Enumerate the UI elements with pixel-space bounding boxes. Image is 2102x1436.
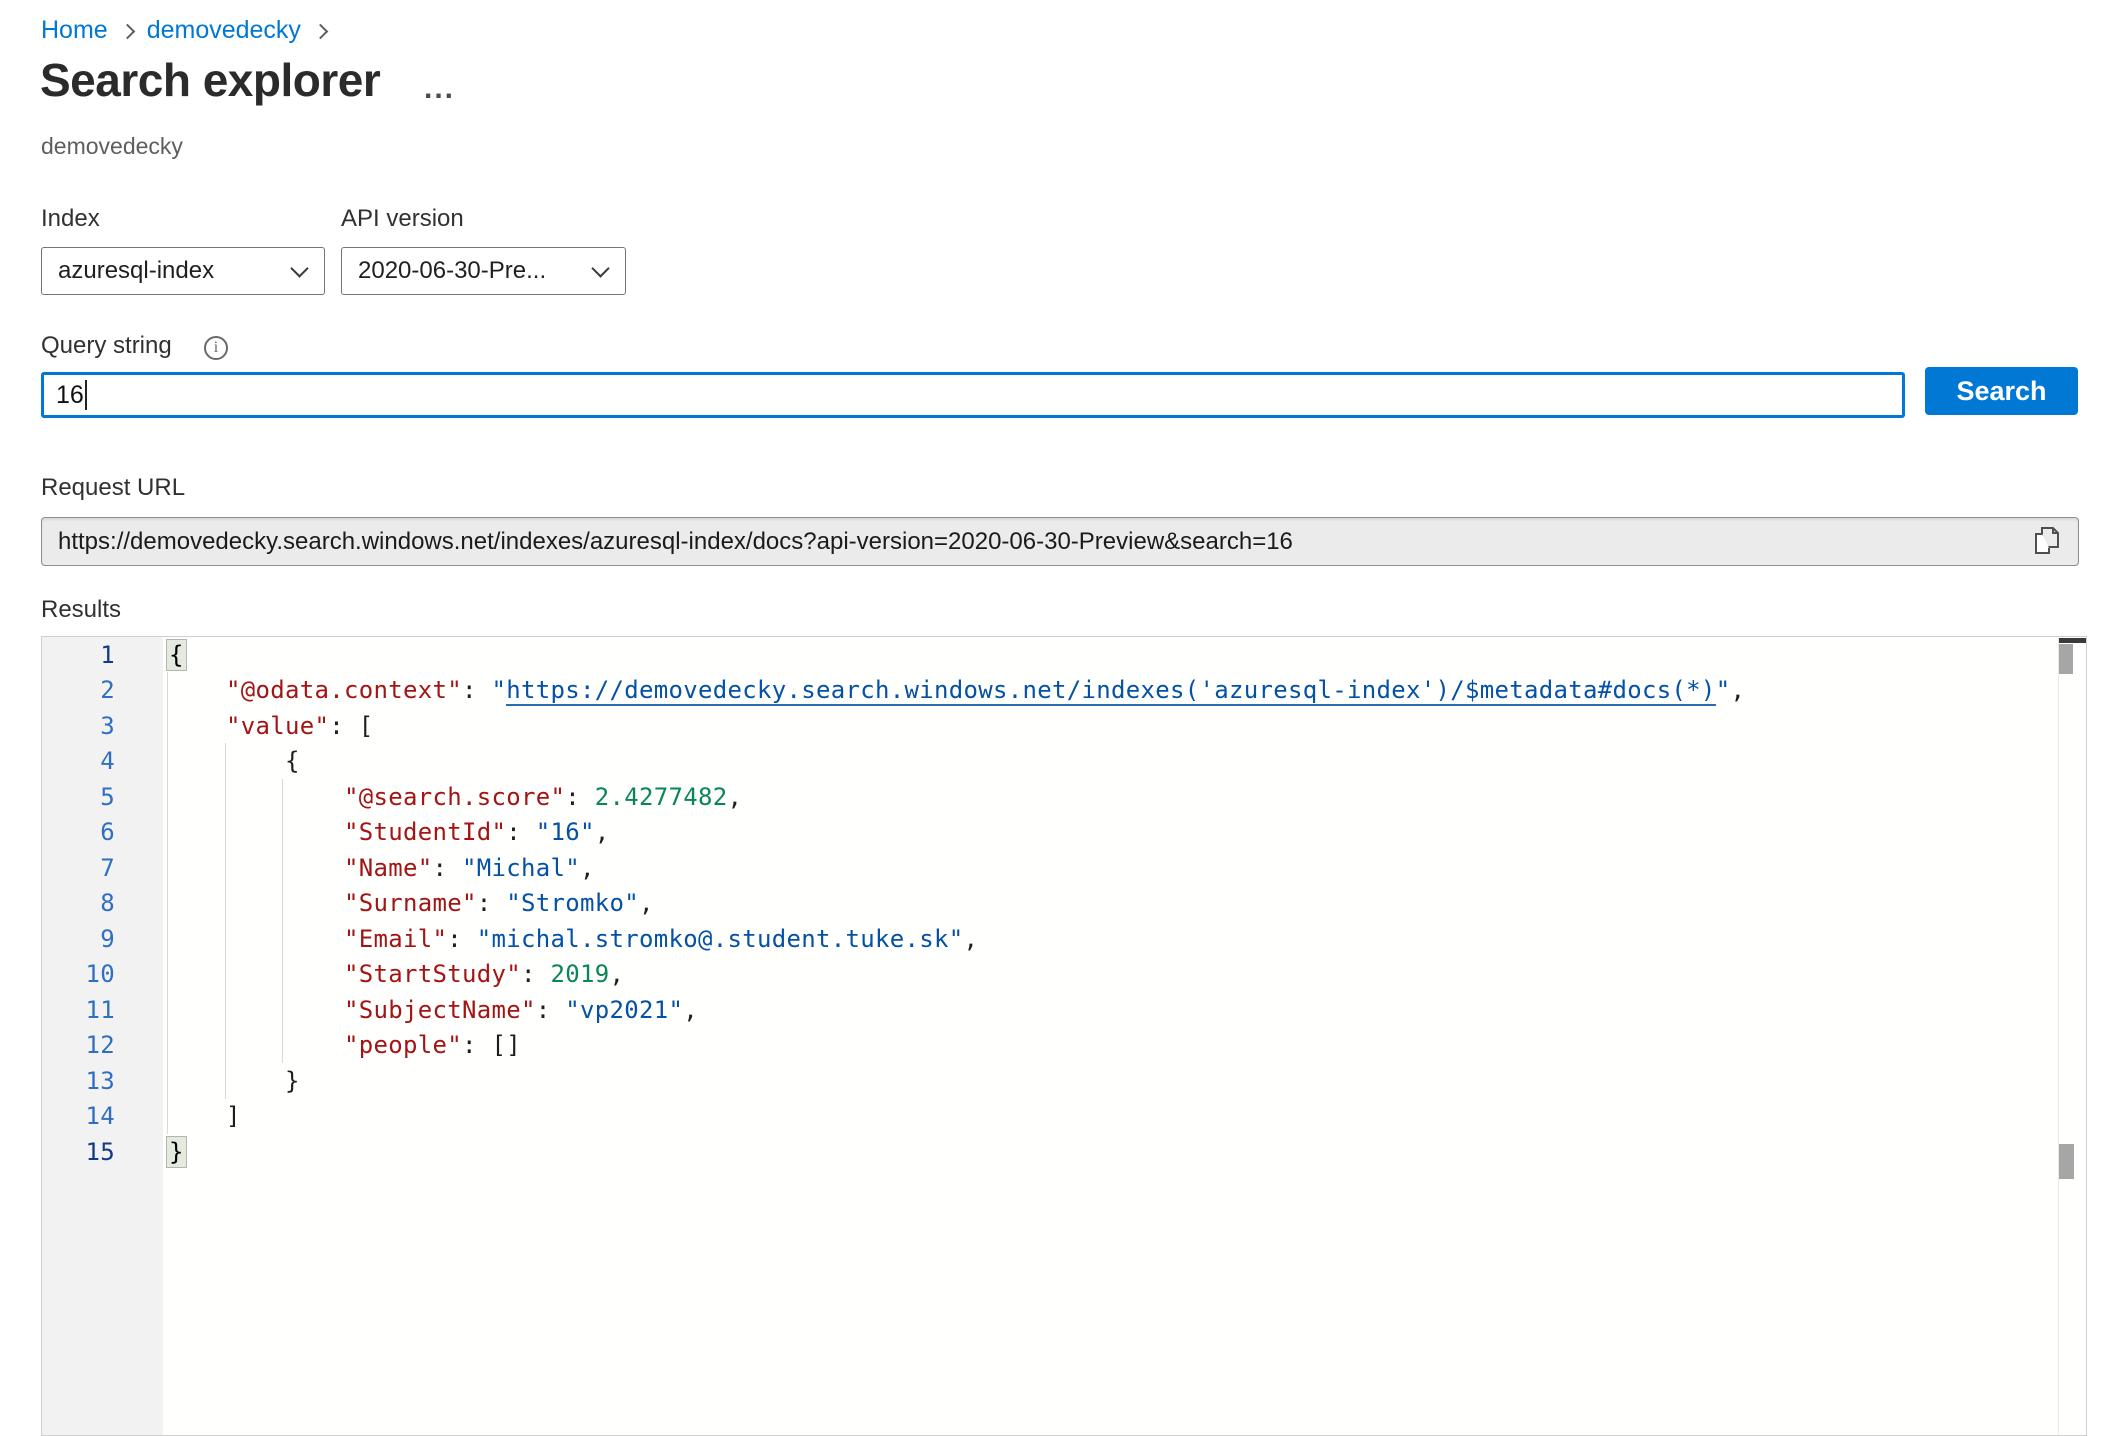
line-number: 7: [42, 854, 163, 882]
breadcrumb-item-home[interactable]: Home: [41, 16, 108, 45]
code-line: 11 "SubjectName": "vp2021",: [42, 992, 2086, 1028]
line-number: 14: [42, 1102, 163, 1130]
line-number: 5: [42, 783, 163, 811]
code-line: 4 {: [42, 744, 2086, 780]
text-caret: [85, 380, 87, 410]
code-text: {: [163, 641, 186, 669]
page-title: Search explorer: [40, 53, 380, 107]
line-number: 15: [42, 1138, 163, 1166]
code-line: 15}: [42, 1134, 2086, 1170]
line-number: 1: [42, 641, 163, 669]
line-number: 13: [42, 1067, 163, 1095]
copy-icon[interactable]: [2032, 525, 2062, 559]
code-text: "@odata.context": "https://demovedecky.s…: [163, 676, 1745, 704]
line-number: 12: [42, 1031, 163, 1059]
code-text: "StartStudy": 2019,: [163, 960, 624, 988]
code-text: }: [163, 1067, 300, 1095]
results-json-editor[interactable]: 1{2 "@odata.context": "https://demovedec…: [41, 636, 2087, 1436]
editor-vertical-scrollbar[interactable]: [2058, 637, 2086, 1435]
chevron-right-icon: [119, 24, 135, 40]
index-dropdown[interactable]: azuresql-index: [41, 247, 325, 295]
code-line: 3 "value": [: [42, 708, 2086, 744]
query-string-label: Query string: [41, 332, 172, 360]
breadcrumb: Home demovedecky: [41, 16, 326, 45]
line-number: 3: [42, 712, 163, 740]
index-dropdown-value: azuresql-index: [58, 257, 293, 285]
line-number: 8: [42, 889, 163, 917]
request-url-label: Request URL: [41, 474, 185, 502]
code-line: 14 ]: [42, 1099, 2086, 1135]
code-text: "Name": "Michal",: [163, 854, 595, 882]
line-number: 9: [42, 925, 163, 953]
query-string-value: 16: [56, 381, 84, 410]
scrollbar-thumb[interactable]: [2059, 644, 2073, 674]
api-version-label: API version: [341, 205, 464, 233]
code-line: 8 "Surname": "Stromko",: [42, 886, 2086, 922]
api-version-dropdown-value: 2020-06-30-Pre...: [358, 257, 594, 285]
code-text: "people": []: [163, 1031, 521, 1059]
code-text: "Surname": "Stromko",: [163, 889, 654, 917]
code-line: 9 "Email": "michal.stromko@.student.tuke…: [42, 921, 2086, 957]
query-string-input[interactable]: 16: [41, 372, 1905, 418]
line-number: 11: [42, 996, 163, 1024]
code-text: ]: [163, 1102, 241, 1130]
search-button[interactable]: Search: [1925, 367, 2078, 415]
code-line: 1{: [42, 637, 2086, 673]
code-line: 5 "@search.score": 2.4277482,: [42, 779, 2086, 815]
code-text: }: [163, 1138, 186, 1166]
line-number: 6: [42, 818, 163, 846]
code-text: "SubjectName": "vp2021",: [163, 996, 698, 1024]
code-line: 12 "people": []: [42, 1028, 2086, 1064]
request-url-value: https://demovedecky.search.windows.net/i…: [58, 528, 2032, 556]
info-icon[interactable]: i: [204, 336, 228, 360]
search-explorer-blade: Home demovedecky Search explorer ... dem…: [0, 0, 2102, 1436]
chevron-down-icon: [591, 259, 609, 277]
results-label: Results: [41, 596, 121, 624]
line-number: 10: [42, 960, 163, 988]
code-text: "StudentId": "16",: [163, 818, 610, 846]
overview-ruler-cursor-marker: [2059, 638, 2086, 643]
line-number: 2: [42, 676, 163, 704]
code-text: {: [163, 747, 300, 775]
scrollbar-thumb[interactable]: [2059, 1144, 2074, 1179]
request-url-field: https://demovedecky.search.windows.net/i…: [41, 517, 2079, 566]
breadcrumb-item-demovedecky[interactable]: demovedecky: [147, 16, 301, 45]
code-line: 13 }: [42, 1063, 2086, 1099]
code-line: 2 "@odata.context": "https://demovedecky…: [42, 673, 2086, 709]
code-text: "@search.score": 2.4277482,: [163, 783, 742, 811]
api-version-dropdown[interactable]: 2020-06-30-Pre...: [341, 247, 626, 295]
chevron-down-icon: [290, 259, 308, 277]
code-lines: 1{2 "@odata.context": "https://demovedec…: [42, 637, 2086, 1170]
code-line: 6 "StudentId": "16",: [42, 815, 2086, 851]
code-text: "value": [: [163, 712, 374, 740]
line-number: 4: [42, 747, 163, 775]
more-commands-button[interactable]: ...: [424, 72, 455, 106]
code-line: 7 "Name": "Michal",: [42, 850, 2086, 886]
code-line: 10 "StartStudy": 2019,: [42, 957, 2086, 993]
index-label: Index: [41, 205, 100, 233]
code-text: "Email": "michal.stromko@.student.tuke.s…: [163, 925, 978, 953]
page-subtitle: demovedecky: [41, 133, 183, 160]
chevron-right-icon: [313, 24, 329, 40]
